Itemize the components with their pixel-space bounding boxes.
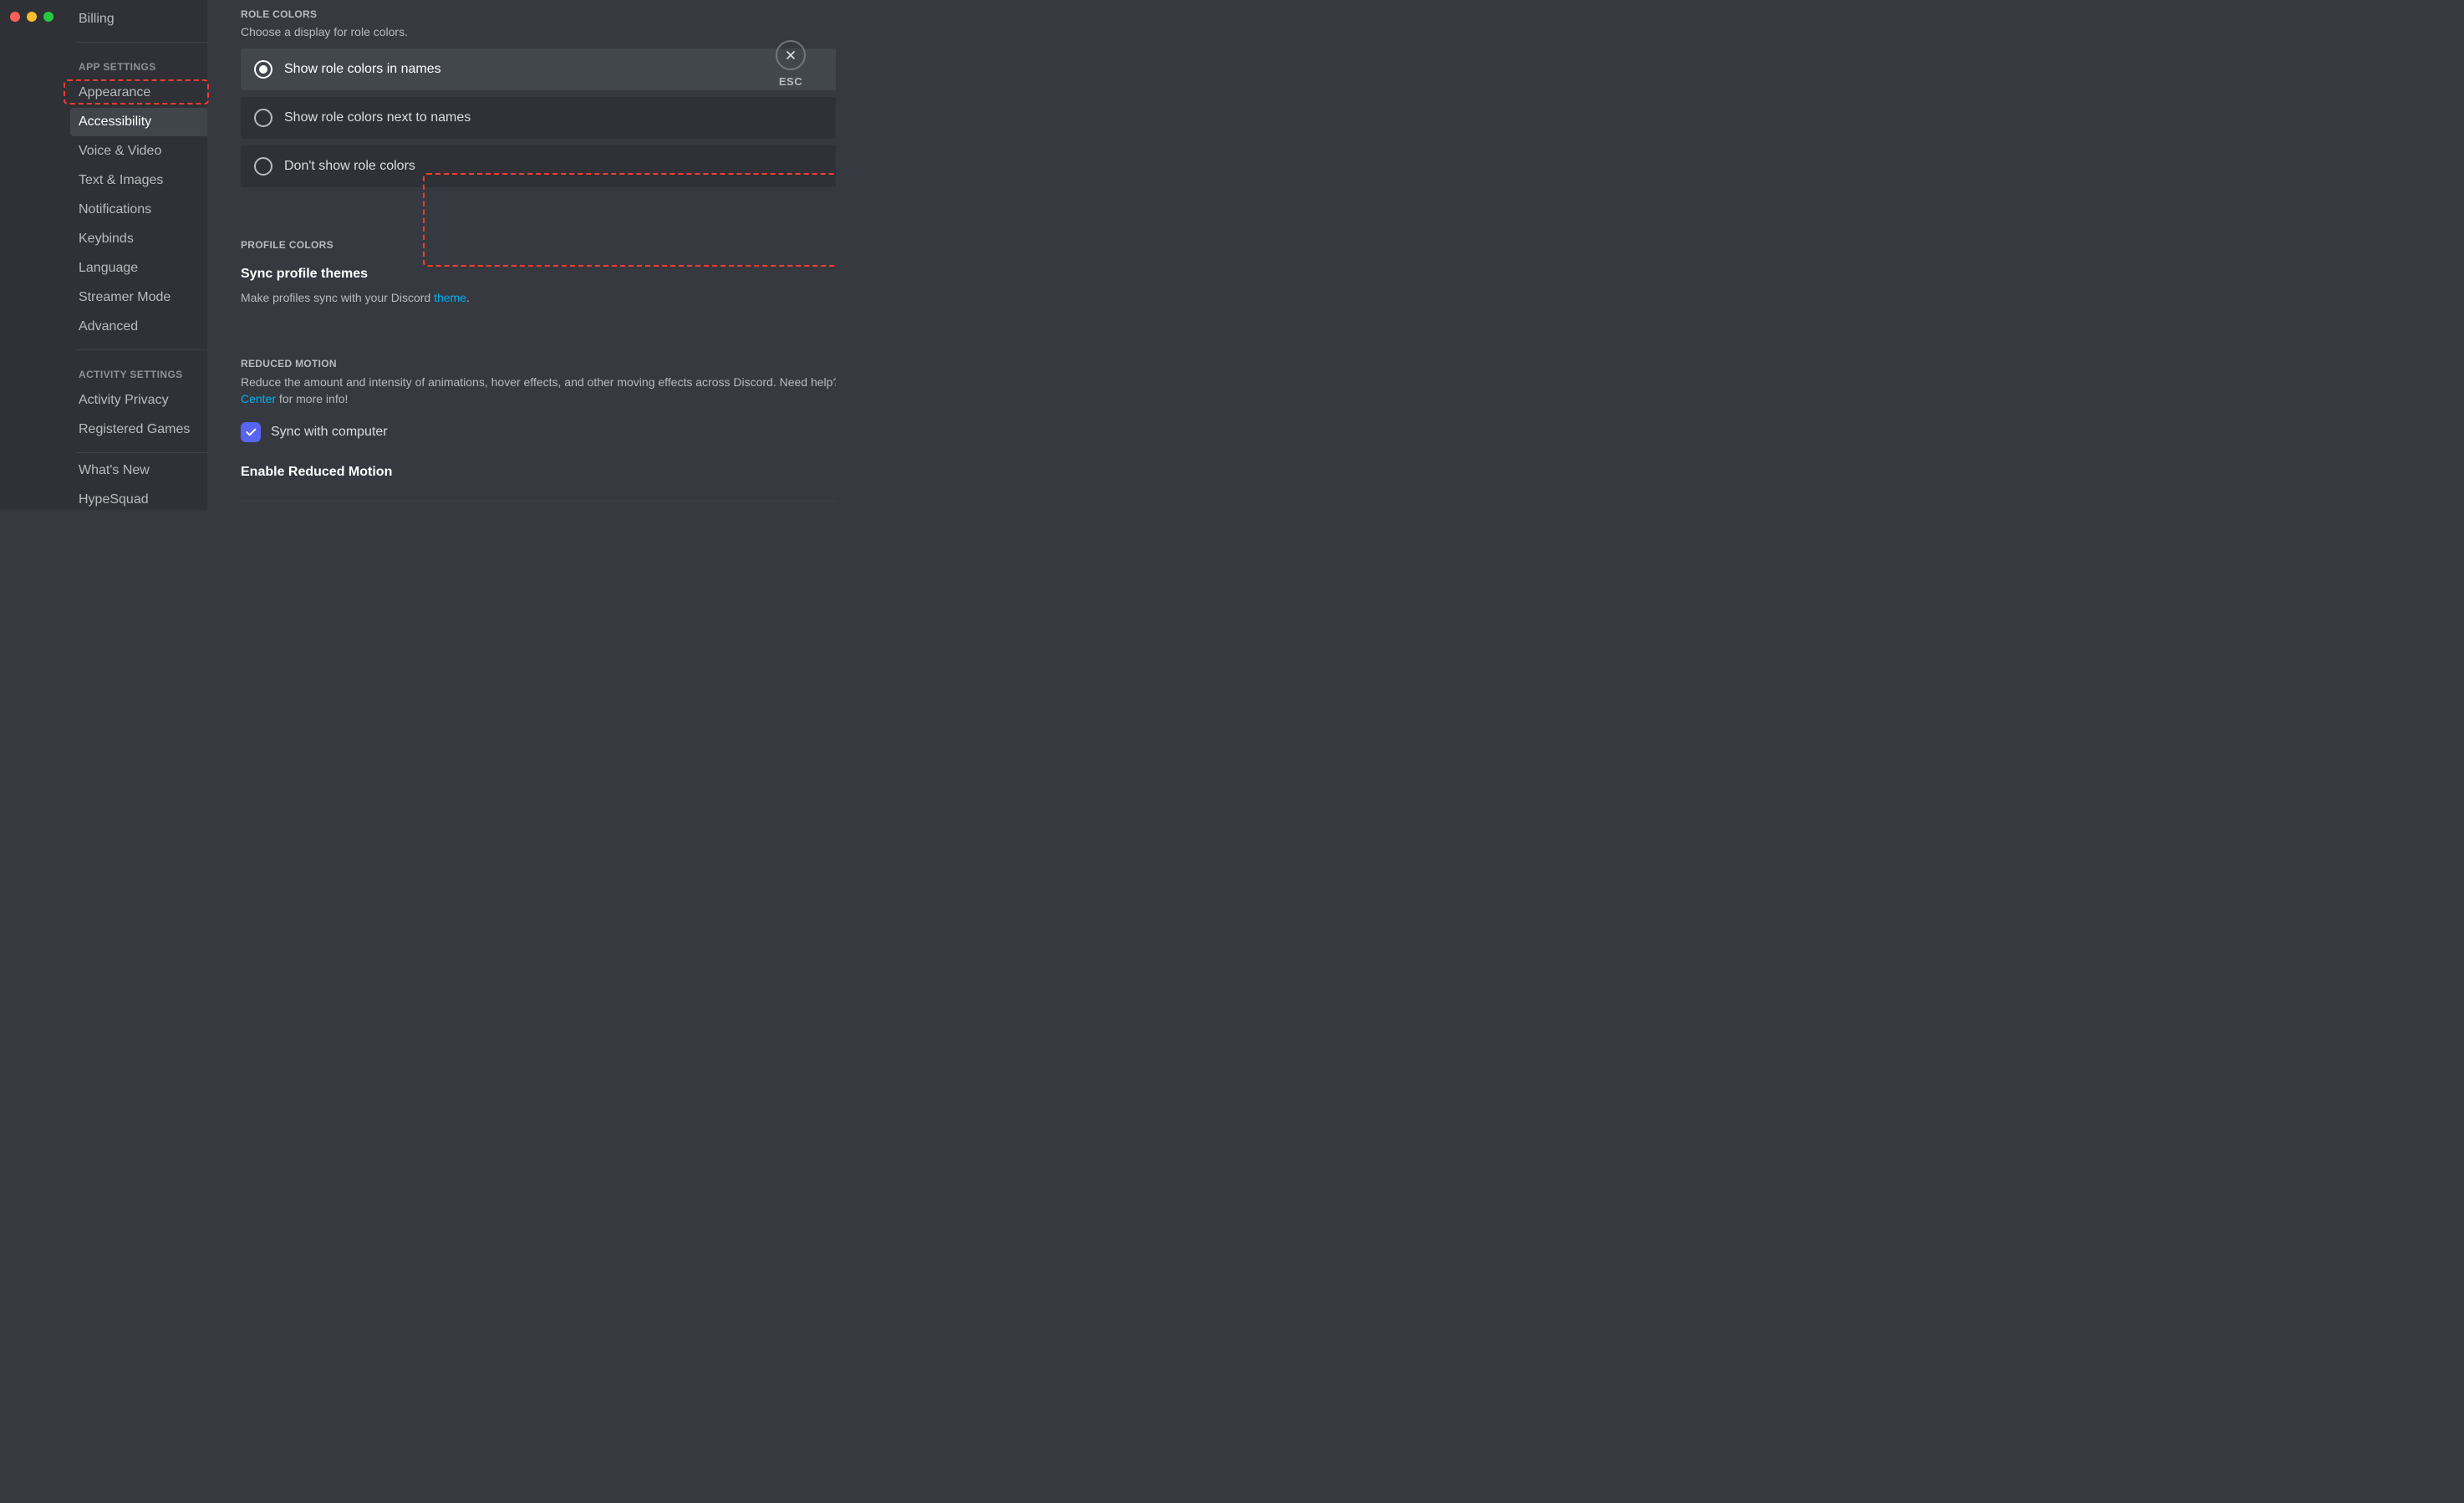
sidebar-item-activity-privacy[interactable]: Activity Privacy [70,386,207,415]
setting-enable-reduced-motion: Enable Reduced Motion [241,465,392,480]
radio-role-colors-in-names[interactable]: Show role colors in names [241,48,836,90]
sidebar-item-streamer-mode[interactable]: Streamer Mode [70,283,207,312]
sidebar-item-keybinds[interactable]: Keybinds [70,225,207,253]
sidebar-item-text-images[interactable]: Text & Images [70,166,207,195]
sidebar-item-notifications[interactable]: Notifications [70,196,207,224]
close-settings: ESC [776,40,806,88]
divider [241,501,836,502]
radio-label: Show role colors next to names [284,110,471,125]
section-title-profile-colors: PROFILE COLORS [241,224,836,251]
checkbox-label-sync-with-computer: Sync with computer [271,425,388,440]
window-close-dot[interactable] [10,12,20,22]
sidebar-item-whats-new[interactable]: What's New [70,456,207,485]
radio-label: Don't show role colors [284,159,415,174]
settings-content: ROLE COLORS Choose a display for role co… [207,0,836,510]
window-fullscreen-dot[interactable] [43,12,53,22]
settings-sidebar: Billing APP SETTINGS Appearance Accessib… [0,0,207,510]
setting-sync-profile-themes: Sync profile themes [241,267,368,282]
section-desc-role-colors: Choose a display for role colors. [241,25,836,38]
sidebar-item-language[interactable]: Language [70,254,207,283]
sidebar-item-advanced[interactable]: Advanced [70,313,207,341]
radio-role-colors-next-to-names[interactable]: Show role colors next to names [241,97,836,139]
section-title-reduced-motion: REDUCED MOTION [241,343,836,369]
radio-label: Show role colors in names [284,62,441,77]
window-minimize-dot[interactable] [27,12,37,22]
sidebar-item-hypesquad[interactable]: HypeSquad [70,486,207,510]
radio-icon [254,60,272,79]
window-controls [10,12,53,22]
theme-link[interactable]: theme [434,291,466,304]
sidebar-item-voice-video[interactable]: Voice & Video [70,137,207,166]
divider [75,349,207,350]
divider [75,452,207,453]
radio-dont-show-role-colors[interactable]: Don't show role colors [241,145,836,187]
close-button[interactable] [776,40,806,70]
section-desc-reduced-motion: Reduce the amount and intensity of anima… [241,374,836,407]
close-esc-label: ESC [776,75,806,88]
divider [75,42,207,43]
sidebar-category-app-settings: APP SETTINGS [70,46,207,78]
setting-desc-sync-profile-themes: Make profiles sync with your Discord the… [241,291,836,304]
sidebar-item-billing[interactable]: Billing [70,5,207,33]
settings-window: Billing APP SETTINGS Appearance Accessib… [0,0,836,510]
sidebar-item-appearance[interactable]: Appearance [70,79,207,107]
checkbox-sync-with-computer[interactable] [241,422,261,442]
radio-icon [254,109,272,127]
sidebar-category-activity-settings: ACTIVITY SETTINGS [70,354,207,385]
radio-icon [254,157,272,176]
sidebar-item-accessibility[interactable]: Accessibility [70,108,207,136]
section-title-role-colors: ROLE COLORS [241,0,836,20]
sidebar-item-registered-games[interactable]: Registered Games [70,415,207,444]
